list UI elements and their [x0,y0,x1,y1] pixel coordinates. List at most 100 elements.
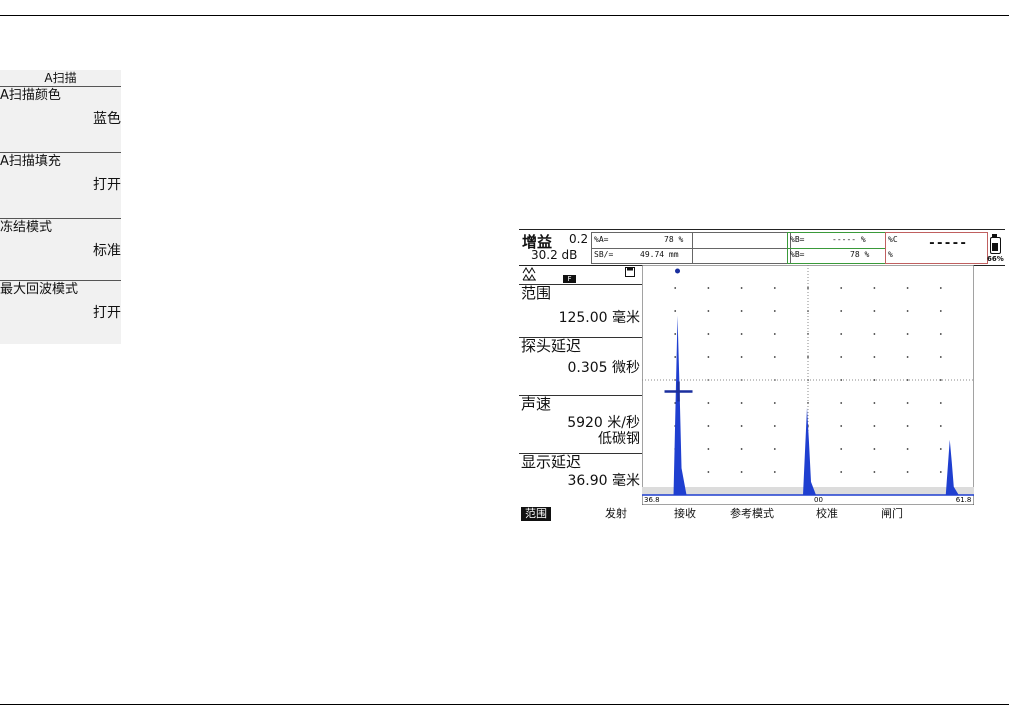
grid-dot [939,471,942,473]
param-range[interactable]: 范围 125.00 毫米 [519,284,642,337]
grid-dot [873,448,876,450]
function-tabs: 范围 发射 接收 参考模式 校准 闸门 [519,507,1005,521]
param-value: 125.00 毫米 [558,310,640,326]
grid-dot [840,310,843,312]
grid-dot [840,287,843,289]
param-material: 低碳钢 [598,431,640,447]
menu-item-ascan-fill[interactable]: A扫描填充 打开 [0,152,121,219]
grid-dot [707,448,710,450]
parameter-panel: F 范围 125.00 毫米 探头延迟 0.305 微秒 声速 5920 米/秒… [519,265,643,505]
menu-item-ascan-color[interactable]: A扫描颜色 蓝色 [0,86,121,153]
grid-dot [707,425,710,427]
reading-label: %B= [790,235,805,244]
grid-dot [707,333,710,335]
grid-dot [740,425,743,427]
menu-item-value: 蓝色 [93,111,121,127]
tab-gate[interactable]: 闸门 [881,507,903,521]
grid-dot [906,287,909,289]
param-velocity[interactable]: 声速 5920 米/秒 低碳钢 [519,395,642,453]
grid-dot [840,448,843,450]
menu-item-label: A扫描填充 [0,154,61,169]
top-rule [0,15,1009,16]
grid-dot [773,425,776,427]
menu-item-freeze-mode[interactable]: 冻结模式 标准 [0,218,121,285]
reading-box-c: %C ----- % [885,232,988,264]
param-probe-delay[interactable]: 探头延迟 0.305 微秒 [519,337,642,396]
reading-label: %B= [790,250,805,259]
grid-dot [707,402,710,404]
grid-dot [807,356,809,358]
grid-dot [773,356,776,358]
grid-dot [939,379,942,381]
grid-dot [939,356,942,358]
grid-dot [873,333,876,335]
ascan-menu: A扫描 A扫描颜色 蓝色 A扫描填充 打开 冻结模式 标准 最大回波模式 打开 [0,70,121,344]
reading-label: % [888,250,893,259]
grid-dot [873,310,876,312]
param-name: 范围 [521,284,552,302]
reading-label: SB/= [594,250,614,259]
param-value: 5920 米/秒 [567,415,640,431]
mid-depth-label: 00 [814,496,823,504]
grid-dot [674,333,677,335]
param-name: 声速 [521,395,552,413]
grid-dot [773,310,776,312]
grid-dot [840,471,843,473]
grid-dot [840,333,843,335]
param-value: 0.305 微秒 [567,360,640,376]
rectify-mode-icon [522,267,538,281]
grid-dot [740,356,743,358]
grid-dot [740,310,743,312]
menu-item-value: 标准 [93,243,121,259]
param-value: 36.90 毫米 [567,473,640,489]
grid-dot [707,356,710,358]
grid-dot [773,448,776,450]
grid-dot [740,287,743,289]
grid-dot [906,356,909,358]
tab-receiver[interactable]: 接收 [674,507,696,521]
ascan-graph: 36.8 00 61.8 [642,265,974,505]
reading-label: %A= [594,235,609,244]
grid-dot [873,402,876,404]
tab-reference-mode[interactable]: 参考模式 [730,507,774,521]
tab-range[interactable]: 范围 [521,507,551,521]
grid-dot [906,471,909,473]
reading-value: 78 % [664,235,684,244]
end-depth-label: 61.8 [956,496,972,504]
grid-dot [873,425,876,427]
menu-item-label: A扫描颜色 [0,88,61,103]
gain-value: 30.2 dB [531,248,578,262]
grid-dot [873,287,876,289]
grid-dot [873,471,876,473]
grid-dot [873,356,876,358]
param-display-delay[interactable]: 显示延迟 36.90 毫米 [519,453,642,506]
menu-item-max-echo-mode[interactable]: 最大回波模式 打开 [0,280,121,347]
grid-dot [939,448,942,450]
flaw-detector-screen: 增益 0.2 30.2 dB %A= 78 % SB/= 49.74 mm %B… [519,229,1005,521]
tab-calibration[interactable]: 校准 [816,507,838,521]
grid-dot [674,310,677,312]
grid-dot [906,425,909,427]
ascan-plot[interactable]: 36.8 00 61.8 [642,265,974,505]
reading-value: 78 % [850,250,870,259]
grid-dot [939,287,942,289]
battery-percent: 66% [987,255,1004,263]
reading-box-a: %A= 78 % SB/= 49.74 mm [591,232,791,264]
reading-box-b: %B= ----- % %B= 78 % [787,232,886,264]
freeze-status-icon: F [563,275,576,283]
grid-dot [674,356,677,358]
grid-dot [906,448,909,450]
grid-dot [773,333,776,335]
grid-dot [740,471,743,473]
grid-dot [840,402,843,404]
param-name: 探头延迟 [521,337,582,355]
gain-step: 0.2 [569,232,589,246]
tab-pulser[interactable]: 发射 [605,507,627,521]
menu-item-label: 最大回波模式 [0,282,79,297]
param-name: 显示延迟 [521,453,582,471]
reading-value: ----- [928,236,968,251]
grid-dot [707,471,710,473]
grid-dot [939,310,942,312]
grid-dot [939,425,942,427]
grid-dot [906,402,909,404]
